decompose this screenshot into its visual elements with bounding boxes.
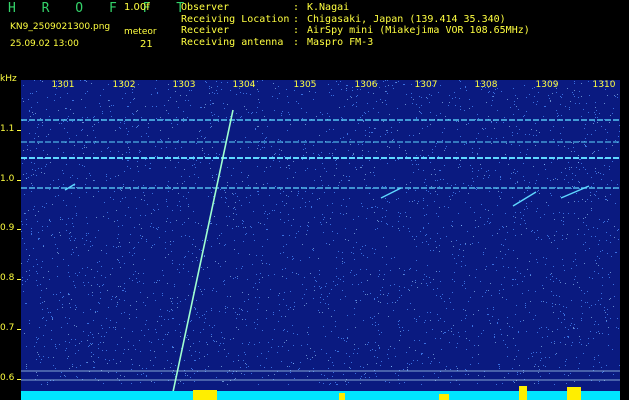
x-tick-label: 1309 — [535, 80, 559, 90]
meteor-label: meteor — [124, 27, 157, 37]
header-panel: H R O F F T 1.00f KN9_2509021300.png 25.… — [0, 0, 629, 78]
info-row-receiver: Receiver: AirSpy mini (Miakejima VOR 108.… — [181, 25, 530, 36]
interference-burst — [193, 390, 217, 400]
spectrogram-background — [21, 80, 620, 400]
baseline-band — [21, 391, 620, 400]
x-tick-label: 1307 — [414, 80, 438, 90]
meteor-count: 21 — [140, 39, 153, 50]
interference-burst — [567, 387, 581, 400]
x-tick-label: 1310 — [592, 80, 616, 90]
info-row-antenna: Receiving antenna: Maspro FM-3 — [181, 36, 374, 48]
interference-burst — [339, 393, 345, 400]
filename-label: KN9_2509021300.png — [10, 22, 111, 32]
x-tick-label: 1302 — [112, 80, 136, 90]
app-logo: H R O F F T — [8, 1, 194, 16]
y-tick-label: 0.7 — [0, 323, 15, 333]
spectrogram-canvas — [21, 80, 620, 400]
x-tick-label: 1305 — [293, 80, 317, 90]
x-tick-label: 1306 — [354, 80, 378, 90]
y-axis-unit: kHz — [0, 74, 17, 84]
y-tick-label: 1.1 — [0, 124, 15, 134]
y-tick-label: 0.6 — [0, 373, 15, 383]
interference-burst — [439, 394, 449, 400]
version-label: 1.00f — [124, 2, 150, 13]
spectrogram — [21, 80, 620, 400]
y-tick-label: 1.0 — [0, 174, 15, 184]
datetime-label: 25.09.02 13:00 — [10, 39, 79, 49]
info-row-location: Receiving Location: Chigasaki, Japan (139… — [181, 13, 506, 25]
station-info: Observer: K.Nagai Receiving Location: Chig… — [181, 2, 530, 48]
x-tick-label: 1303 — [172, 80, 196, 90]
y-tick-label: 0.9 — [0, 223, 15, 233]
info-row-observer: Observer: K.Nagai — [181, 2, 350, 13]
interference-burst — [519, 386, 527, 400]
x-tick-label: 1304 — [232, 80, 256, 90]
y-tick-label: 0.8 — [0, 273, 15, 283]
x-tick-label: 1308 — [474, 80, 498, 90]
x-tick-label: 1301 — [51, 80, 75, 90]
